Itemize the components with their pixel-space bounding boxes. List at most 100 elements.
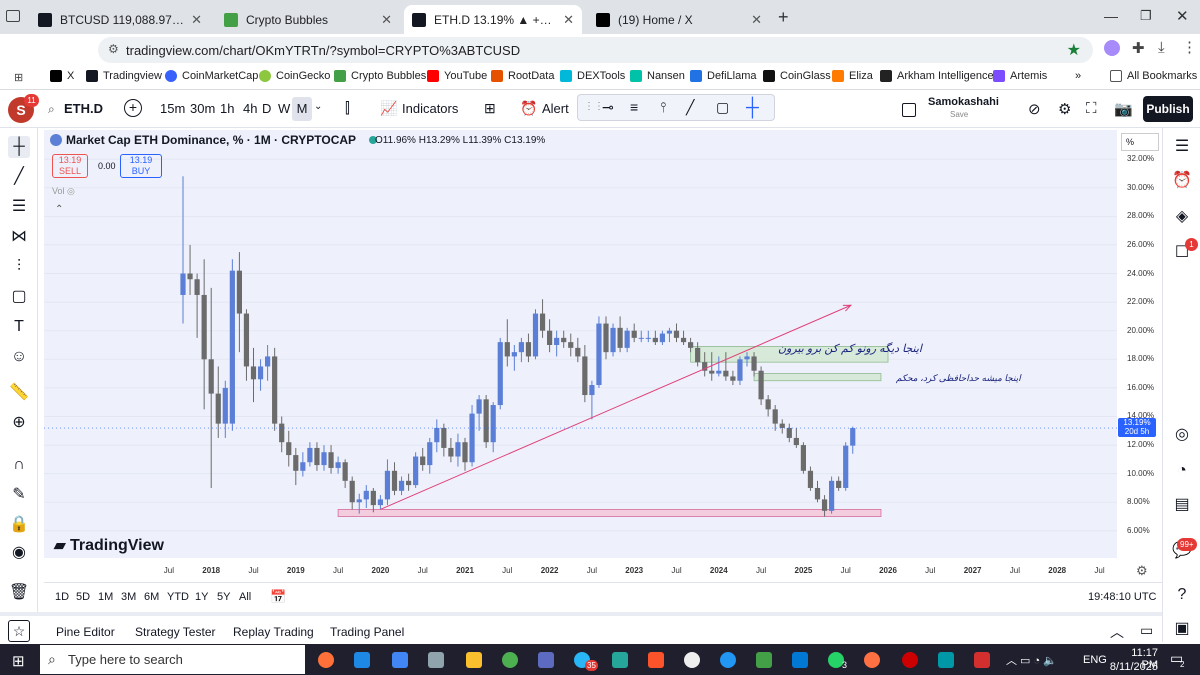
recycle-icon[interactable] bbox=[756, 652, 772, 668]
outlook-icon[interactable] bbox=[792, 652, 808, 668]
crosshair-tool-icon[interactable]: ┼ bbox=[8, 136, 30, 158]
layers-icon[interactable]: ◈ bbox=[1171, 206, 1193, 228]
time-axis[interactable]: Jul 2018 Jul 2019 Jul 2020 Jul 2021 Jul 2022 Jul 20… bbox=[44, 558, 1117, 580]
utc-clock[interactable]: 19:48:10 UTC bbox=[1088, 591, 1156, 603]
app-w-icon[interactable] bbox=[612, 652, 628, 668]
zoom-in-icon[interactable]: ⊕ bbox=[8, 412, 30, 434]
chart-pane[interactable] bbox=[44, 130, 1117, 558]
eye-hidden-icon[interactable]: ◎ bbox=[67, 186, 75, 196]
geometric-shape-icon[interactable]: ▢ bbox=[8, 286, 30, 308]
pattern-tool-icon[interactable]: ⋈ bbox=[8, 226, 30, 248]
windows-start-icon[interactable]: ⊞ bbox=[12, 652, 25, 670]
rectangle-icon[interactable]: ▢ bbox=[716, 99, 729, 116]
download-icon[interactable]: ⤓ bbox=[1158, 39, 1165, 56]
panel-toggle-icon[interactable]: ▣ bbox=[1171, 618, 1193, 640]
new-tab-icon[interactable]: + bbox=[778, 7, 789, 28]
favorites-icon[interactable]: ☆ bbox=[8, 620, 30, 642]
tab-replay-trading[interactable]: Replay Trading bbox=[233, 625, 314, 639]
compare-plus-icon[interactable]: + bbox=[124, 99, 142, 117]
range-all[interactable]: All bbox=[239, 591, 251, 603]
site-info-icon[interactable]: ⚙ bbox=[108, 42, 119, 56]
range-1m[interactable]: 1M bbox=[98, 591, 113, 603]
edge-icon[interactable] bbox=[720, 652, 736, 668]
signal-icon[interactable]: ◔ bbox=[1171, 460, 1193, 482]
close-icon[interactable]: ✕ bbox=[563, 12, 574, 28]
target-icon[interactable]: ◎ bbox=[1171, 424, 1193, 446]
calendar-icon[interactable]: ▤ bbox=[1171, 494, 1193, 516]
range-5d[interactable]: 5D bbox=[76, 591, 90, 603]
range-1y[interactable]: 1Y bbox=[195, 591, 208, 603]
tray-icons[interactable]: ︿ ▭ ◔ 🔈 bbox=[1006, 652, 1057, 668]
app-icon[interactable] bbox=[428, 652, 444, 668]
interval-1h[interactable]: 1h bbox=[220, 101, 234, 116]
price-axis[interactable]: % 32.00% 30.00% 28.00% 26.00% 24.00% 22.00% 20… bbox=[1117, 130, 1162, 558]
bookmark-eliza[interactable]: Eliza bbox=[832, 70, 873, 82]
templates-grid-icon[interactable]: ⊞ bbox=[484, 100, 496, 117]
apps-grid-icon[interactable]: ⊞ bbox=[14, 71, 23, 84]
bookmark-nansen[interactable]: Nansen bbox=[630, 70, 685, 82]
text-tool-icon[interactable]: T bbox=[8, 316, 30, 338]
puzzle-icon[interactable]: ✚ bbox=[1132, 39, 1145, 57]
interval-15m[interactable]: 15m bbox=[160, 101, 185, 116]
layout-icon[interactable] bbox=[902, 103, 916, 117]
lock-icon[interactable]: 🔒 bbox=[8, 514, 30, 536]
annotation-lower[interactable]: اینجا میشه حداحافظی کرد، محکم bbox=[896, 373, 1021, 384]
drag-handle-icon[interactable]: ⋮⋮ bbox=[584, 101, 604, 112]
range-3m[interactable]: 3M bbox=[121, 591, 136, 603]
bookmarks-overflow[interactable]: » bbox=[1075, 70, 1081, 82]
trash-icon[interactable]: 🗑 bbox=[8, 582, 30, 604]
interval-w[interactable]: W bbox=[278, 101, 290, 116]
chart-app-icon[interactable] bbox=[538, 652, 554, 668]
fib-icon[interactable]: ⫯ bbox=[660, 99, 666, 116]
bookmark-x[interactable]: X bbox=[50, 70, 74, 82]
app-orange-icon[interactable] bbox=[864, 652, 880, 668]
help-icon[interactable]: ? bbox=[1171, 584, 1193, 606]
extension-icon[interactable] bbox=[1104, 40, 1120, 56]
tab-trading-panel[interactable]: Trading Panel bbox=[330, 625, 404, 639]
obs-icon[interactable] bbox=[684, 652, 700, 668]
line-tool-icon[interactable]: ╱ bbox=[686, 99, 694, 116]
close-icon[interactable]: ✕ bbox=[751, 12, 762, 28]
bookmark-rootdata[interactable]: RootData bbox=[491, 70, 554, 82]
all-bookmarks[interactable]: All Bookmarks bbox=[1110, 70, 1197, 82]
indicators-button[interactable]: Indicators bbox=[402, 101, 458, 116]
tab-search-icon[interactable] bbox=[6, 10, 20, 22]
eye-icon[interactable]: ◉ bbox=[8, 542, 30, 564]
publish-button[interactable]: Publish bbox=[1143, 96, 1193, 122]
window-close-icon[interactable]: ✕ bbox=[1176, 7, 1189, 25]
collapse-legend-icon[interactable]: ⌃ bbox=[55, 204, 63, 215]
alert-button[interactable]: Alert bbox=[542, 101, 569, 116]
trend-line-tool-icon[interactable]: ╱ bbox=[8, 166, 30, 188]
layout-name[interactable]: Samokashahi bbox=[928, 96, 999, 108]
chevron-up-icon[interactable]: ︿ bbox=[1110, 622, 1124, 642]
camera-icon[interactable]: 📷 bbox=[1114, 100, 1133, 118]
bookmark-crypto-bubbles[interactable]: Crypto Bubbles bbox=[334, 70, 426, 82]
chevron-down-icon[interactable]: ⌄ bbox=[314, 101, 322, 112]
taskbar-date[interactable]: 8/11/2025 bbox=[1108, 661, 1158, 673]
buy-button[interactable]: 13.19 BUY bbox=[120, 154, 162, 178]
vscode-icon[interactable] bbox=[354, 652, 370, 668]
minimize-icon[interactable]: — bbox=[1104, 8, 1118, 24]
menu-icon[interactable]: ⋮ bbox=[1182, 38, 1197, 56]
crosshair-icon[interactable]: ┼ bbox=[746, 97, 759, 118]
interval-m[interactable]: M bbox=[292, 97, 312, 121]
taskbar-search[interactable]: ⌕ Type here to search bbox=[40, 645, 305, 674]
annotation-upper[interactable]: اینجا دیگه رونو کم کن برو بیرون bbox=[778, 342, 922, 355]
vivaldi-icon[interactable] bbox=[974, 652, 990, 668]
bookmark-dextools[interactable]: DEXTools bbox=[560, 70, 625, 82]
address-bar[interactable]: ⚙ tradingview.com/chart/OKmYTRTn/?symbol… bbox=[98, 37, 1093, 63]
tab-strategy-tester[interactable]: Strategy Tester bbox=[135, 625, 215, 639]
brave-icon[interactable] bbox=[648, 652, 664, 668]
interval-30m[interactable]: 30m bbox=[190, 101, 215, 116]
tab-ethd[interactable]: ETH.D 13.19% ▲ +0.93% Samo ✕ bbox=[404, 5, 582, 34]
bookmark-artemis[interactable]: Artemis bbox=[993, 70, 1047, 82]
close-icon[interactable]: ✕ bbox=[191, 12, 202, 28]
tab-btcusd[interactable]: BTCUSD 119,088.97 ▼ −0.19% S ✕ bbox=[30, 5, 210, 34]
bookmark-tradingview[interactable]: Tradingview bbox=[86, 70, 162, 82]
pencil-lock-icon[interactable]: ✎ bbox=[8, 484, 30, 506]
chrome-icon[interactable] bbox=[502, 652, 518, 668]
file-explorer-icon[interactable] bbox=[466, 652, 482, 668]
forecast-tool-icon[interactable]: ⫶ bbox=[8, 256, 30, 278]
app-teal-icon[interactable] bbox=[938, 652, 954, 668]
fib-tool-icon[interactable]: ☰ bbox=[8, 196, 30, 218]
